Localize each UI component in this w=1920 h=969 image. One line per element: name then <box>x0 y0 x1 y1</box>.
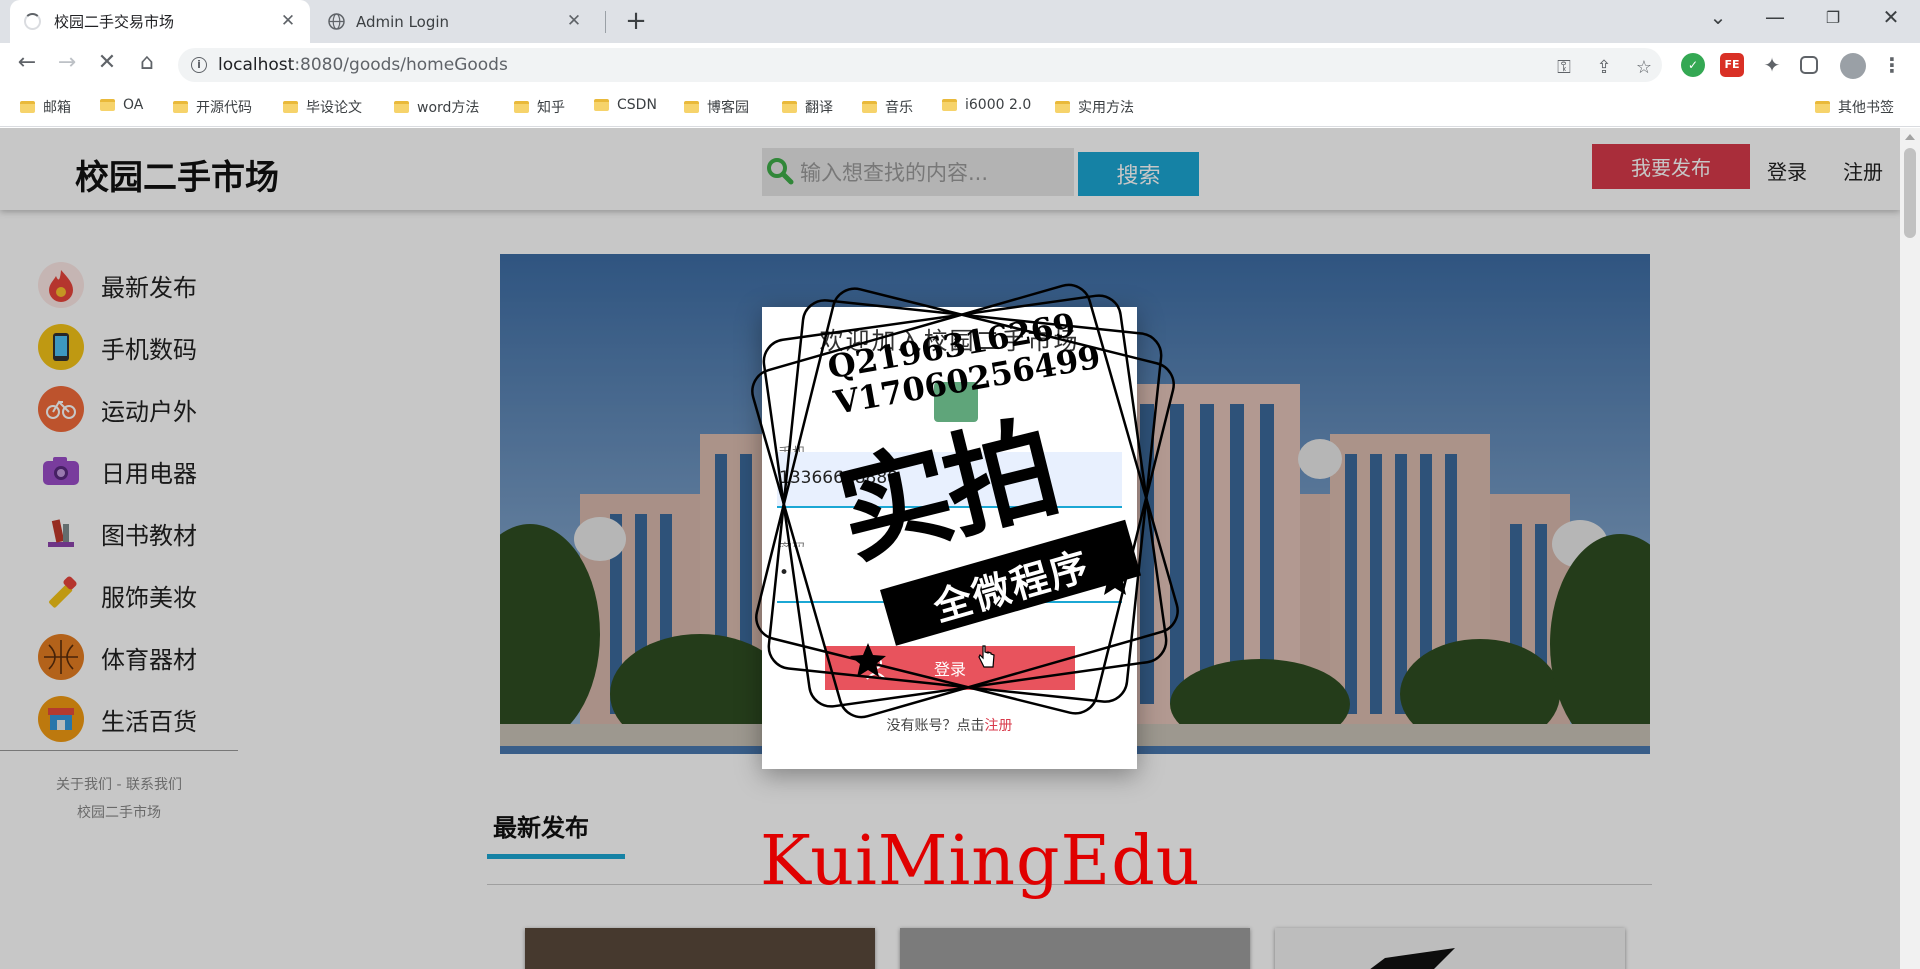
bookmark-item[interactable]: 音乐 <box>862 97 913 117</box>
fe-extension-icon[interactable]: FE <box>1720 53 1744 77</box>
no-account-text: 没有账号？点击 <box>886 718 985 734</box>
other-bookmarks[interactable]: 其他书签 <box>1815 97 1894 117</box>
shield-extension-icon[interactable]: ✓ <box>1681 53 1705 77</box>
login-button-label: 登录 <box>933 660 966 679</box>
folder-icon <box>394 101 409 113</box>
browser-tabstrip: 校园二手交易市场 ✕ Admin Login ✕ + ⌄ — ❐ ✕ <box>0 0 1920 43</box>
url-host: localhost <box>218 55 295 75</box>
tab-title: 校园二手交易市场 <box>54 13 175 31</box>
restore-icon[interactable]: ❐ <box>1810 8 1856 27</box>
bookmark-item[interactable]: CSDN <box>594 97 657 113</box>
bookmark-item[interactable]: 博客园 <box>684 97 749 117</box>
folder-icon <box>283 101 298 113</box>
bookmark-item[interactable]: 毕设论文 <box>283 97 362 117</box>
tab-search-icon[interactable]: ⌄ <box>1695 5 1741 29</box>
tab-home[interactable]: 校园二手交易市场 ✕ <box>10 0 310 43</box>
side-panel-icon[interactable] <box>1800 56 1818 74</box>
folder-icon <box>514 101 529 113</box>
folder-icon <box>942 99 957 111</box>
bookmark-star-icon[interactable]: ☆ <box>1632 57 1656 78</box>
scroll-thumb[interactable] <box>1904 148 1916 238</box>
bookmark-item[interactable]: 邮箱 <box>20 97 71 117</box>
close-icon[interactable]: ✕ <box>564 11 584 31</box>
bookmark-item[interactable]: 实用方法 <box>1055 97 1134 117</box>
folder-icon <box>100 99 115 111</box>
globe-icon <box>328 13 345 30</box>
bookmark-item[interactable]: OA <box>100 97 143 113</box>
browser-toolbar: ← → ✕ ⌂ i localhost:8080/goods/homeGoods… <box>0 43 1920 87</box>
folder-icon <box>1815 101 1830 113</box>
url-path: :8080/goods/homeGoods <box>294 55 508 75</box>
user-icon <box>866 657 886 680</box>
extensions-puzzle-icon[interactable]: ✦ <box>1760 53 1784 77</box>
close-window-icon[interactable]: ✕ <box>1868 5 1914 29</box>
key-icon[interactable]: ⚿ <box>1552 57 1576 78</box>
bookmarks-bar: 邮箱 OA 开源代码 毕设论文 word方法 知乎 CSDN 博客园 翻译 音乐… <box>0 87 1920 127</box>
home-icon[interactable]: ⌂ <box>132 50 162 75</box>
close-icon[interactable]: ✕ <box>278 11 298 31</box>
folder-icon <box>862 101 877 113</box>
folder-icon <box>1055 101 1070 113</box>
folder-icon <box>684 101 699 113</box>
modal-footer: 没有账号？点击注册 <box>762 715 1137 735</box>
page-scrollbar[interactable] <box>1900 128 1920 969</box>
modal-login-button[interactable]: 登录 <box>825 646 1075 690</box>
site-info-icon[interactable]: i <box>191 57 207 73</box>
folder-icon <box>20 101 35 113</box>
folder-icon <box>173 101 188 113</box>
back-icon[interactable]: ← <box>12 50 42 75</box>
watermark-brand: KuiMingEdu <box>760 822 1201 901</box>
bookmark-item[interactable]: word方法 <box>394 97 479 117</box>
address-bar[interactable]: i localhost:8080/goods/homeGoods ⚿ ⇪ ☆ <box>178 48 1662 82</box>
folder-icon <box>594 99 609 111</box>
bookmark-item[interactable]: i6000 2.0 <box>942 97 1031 113</box>
forward-icon[interactable]: → <box>52 50 82 75</box>
modal-register-link[interactable]: 注册 <box>985 718 1013 734</box>
loading-icon <box>24 13 41 30</box>
scroll-up-icon[interactable] <box>1905 134 1915 140</box>
new-tab-icon[interactable]: + <box>622 6 650 36</box>
tab-admin-login[interactable]: Admin Login ✕ <box>316 0 596 43</box>
hand-cursor-icon <box>978 645 995 668</box>
bookmark-item[interactable]: 开源代码 <box>173 97 252 117</box>
bookmark-item[interactable]: 翻译 <box>782 97 833 117</box>
stop-icon[interactable]: ✕ <box>92 50 122 75</box>
share-icon[interactable]: ⇪ <box>1592 57 1616 78</box>
bookmark-item[interactable]: 知乎 <box>514 97 565 117</box>
profile-avatar[interactable] <box>1840 53 1866 79</box>
menu-kebab-icon[interactable]: ⋮ <box>1880 53 1904 77</box>
tab-separator <box>605 11 606 33</box>
tab-title: Admin Login <box>356 12 450 31</box>
folder-icon <box>782 101 797 113</box>
minimize-icon[interactable]: — <box>1752 5 1798 29</box>
